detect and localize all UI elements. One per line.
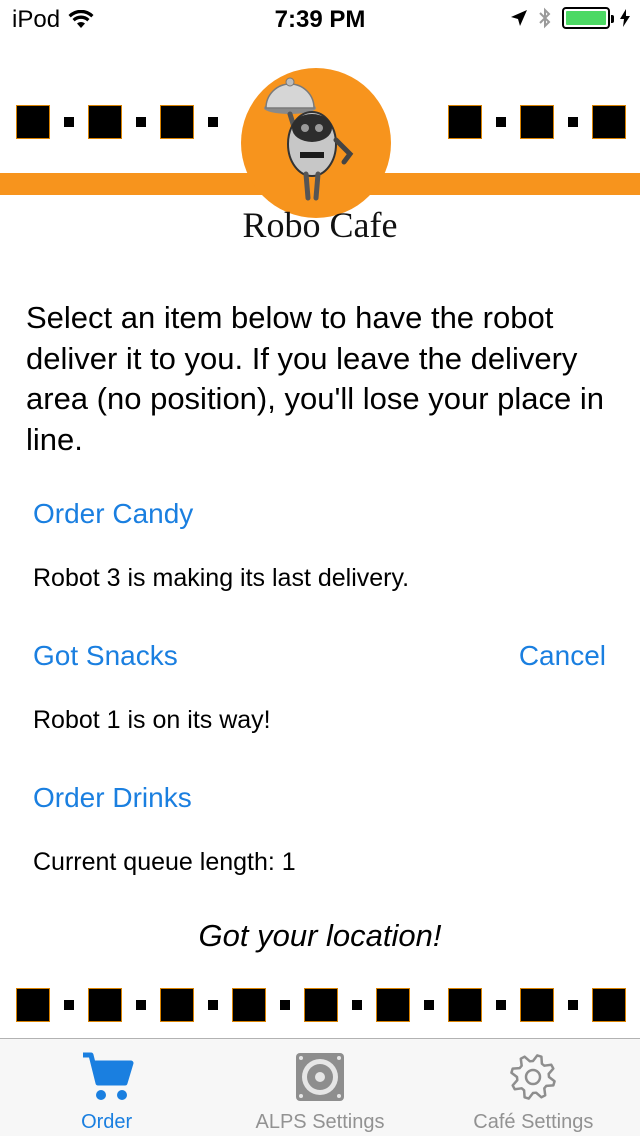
gear-icon	[510, 1054, 557, 1100]
charging-bolt-icon	[620, 9, 630, 27]
cancel-snacks-button[interactable]: Cancel	[519, 640, 606, 672]
checker-dot	[208, 117, 218, 127]
location-status: Got your location!	[198, 918, 442, 953]
checker-dot	[136, 117, 146, 127]
checker-dot	[280, 1000, 290, 1010]
speaker-icon	[295, 1053, 344, 1101]
status-bar: iPod 7:39 PM	[0, 0, 640, 40]
order-candy-button[interactable]: Order Candy	[33, 498, 193, 530]
checker-square	[448, 988, 482, 1022]
checker-dot	[352, 1000, 362, 1010]
checker-square	[592, 988, 626, 1022]
checker-dot	[208, 1000, 218, 1010]
location-arrow-icon	[511, 10, 527, 26]
tab-cafe-settings-label: Café Settings	[473, 1111, 594, 1133]
checker-square	[304, 988, 338, 1022]
intro-text: Select an item below to have the robot d…	[26, 300, 605, 457]
checker-square	[88, 105, 122, 139]
checker-square	[160, 105, 194, 139]
robot-waiter-logo	[264, 77, 354, 201]
checker-square	[520, 988, 554, 1022]
order-snacks-button[interactable]: Got Snacks	[33, 640, 178, 672]
checker-square	[592, 105, 626, 139]
tab-alps-settings[interactable]: ALPS Settings	[213, 1039, 426, 1136]
candy-status-text: Robot 3 is making its last delivery.	[33, 564, 410, 592]
checker-dot	[136, 1000, 146, 1010]
checker-square	[88, 988, 122, 1022]
drinks-status-text: Current queue length: 1	[33, 848, 296, 876]
checker-square	[16, 988, 50, 1022]
tab-order-label: Order	[81, 1111, 133, 1133]
battery-icon	[562, 7, 614, 29]
tab-alps-settings-label: ALPS Settings	[255, 1111, 385, 1133]
checker-dot	[496, 1000, 506, 1010]
checker-dot	[64, 1000, 74, 1010]
tab-bar: Order ALPS Settings Café Settings	[0, 1038, 640, 1136]
tab-cafe-settings[interactable]: Café Settings	[427, 1039, 640, 1136]
snacks-status-text: Robot 1 is on its way!	[33, 706, 271, 734]
checker-dot	[424, 1000, 434, 1010]
checker-square	[376, 988, 410, 1022]
app-title: Robo Cafe	[242, 205, 398, 245]
checker-border-bottom	[0, 985, 640, 1025]
bluetooth-icon	[539, 7, 551, 29]
header-banner: Robo Cafe	[0, 58, 640, 278]
tab-order[interactable]: Order	[0, 1039, 213, 1136]
status-right	[510, 6, 630, 30]
checker-square	[160, 988, 194, 1022]
checker-square	[232, 988, 266, 1022]
checker-dot	[568, 1000, 578, 1010]
order-drinks-button[interactable]: Order Drinks	[33, 782, 192, 814]
cart-icon	[82, 1052, 134, 1100]
checker-square	[16, 105, 50, 139]
checker-dot	[496, 117, 506, 127]
checker-dot	[568, 117, 578, 127]
checker-square	[520, 105, 554, 139]
checker-dot	[64, 117, 74, 127]
checker-square	[448, 105, 482, 139]
